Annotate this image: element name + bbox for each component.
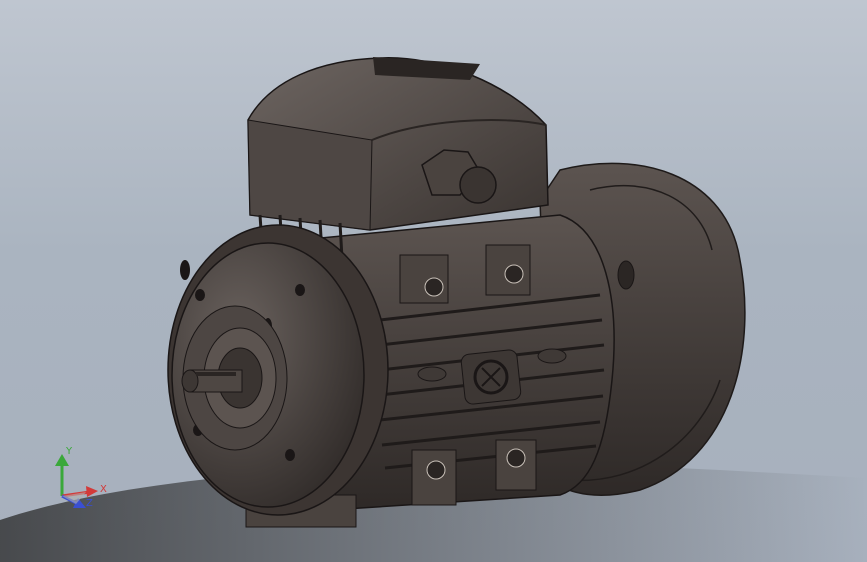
motor-3d-model[interactable] bbox=[0, 0, 867, 562]
x-axis-label: X bbox=[100, 484, 107, 495]
z-axis-label: Z bbox=[86, 498, 93, 509]
graphics-viewport[interactable]: Y X Z bbox=[0, 0, 867, 562]
triad-axes: Y X Z bbox=[55, 446, 107, 509]
y-axis-label: Y bbox=[65, 446, 73, 457]
motor-shaft bbox=[181, 369, 243, 393]
coordinate-triad[interactable]: Y X Z bbox=[42, 436, 112, 516]
x-axis-arrow bbox=[86, 486, 98, 497]
